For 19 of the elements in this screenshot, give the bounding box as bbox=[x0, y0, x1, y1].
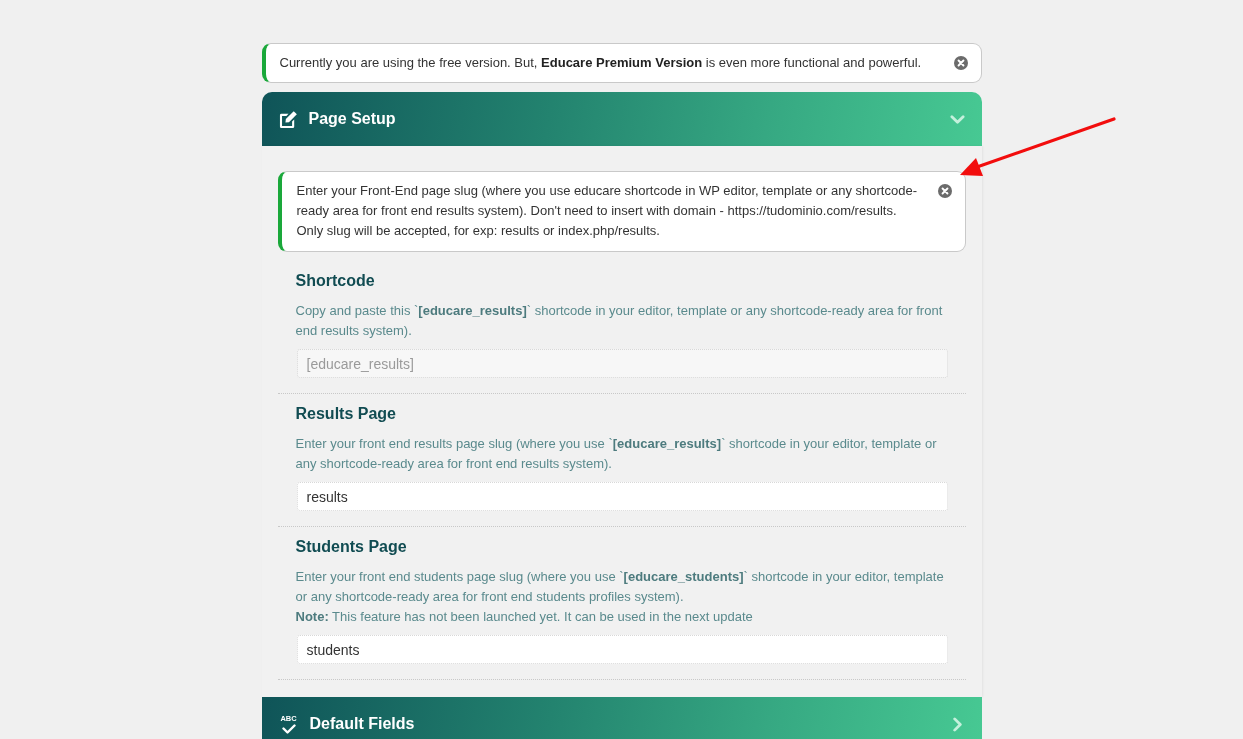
field-description: Note: This feature has not been launched yet. It can be used in the next update bbox=[295, 608, 754, 626]
close-icon bbox=[937, 184, 952, 198]
text-input[interactable]: students bbox=[296, 635, 948, 664]
field-label: Shortcode bbox=[295, 271, 376, 291]
panel-title: Default Fields bbox=[309, 715, 416, 733]
close-button[interactable] bbox=[937, 184, 952, 198]
notice-text: Currently you are using the free version. But, Educare Premium Version is even more functional and powerful. bbox=[279, 54, 923, 72]
panel-title: Page Setup bbox=[308, 110, 397, 128]
field-label: Students Page bbox=[295, 537, 408, 557]
close-icon bbox=[953, 56, 968, 70]
text-input[interactable]: results bbox=[296, 482, 948, 511]
panel-header[interactable]: Page Setup bbox=[261, 92, 982, 146]
notice-text: Enter your Front-End page slug (where you use educare shortcode in WP editor, template or any shortcode-ready area for front end results system). Don't need to insert with domain - https://tudominio.com/results. Only slug will be accepted, for exp: results or index.php/results. bbox=[296, 182, 918, 240]
field-label: Results Page bbox=[295, 404, 397, 424]
field-description: Enter your front end results page slug (where you use `[educare_results]` shortcode in your editor, template or any shortcode-ready area for front end results system). bbox=[295, 435, 938, 473]
close-button[interactable] bbox=[953, 56, 968, 70]
field-description: Copy and paste this `[educare_results]` shortcode in your editor, template or any shortcode-ready area for front end results system). bbox=[295, 302, 944, 340]
field-description: Enter your front end students page slug (where you use `[educare_students]` shortcode in your editor, template or any shortcode-ready area for front end students profiles system). bbox=[295, 568, 945, 606]
edit-icon bbox=[278, 109, 298, 129]
